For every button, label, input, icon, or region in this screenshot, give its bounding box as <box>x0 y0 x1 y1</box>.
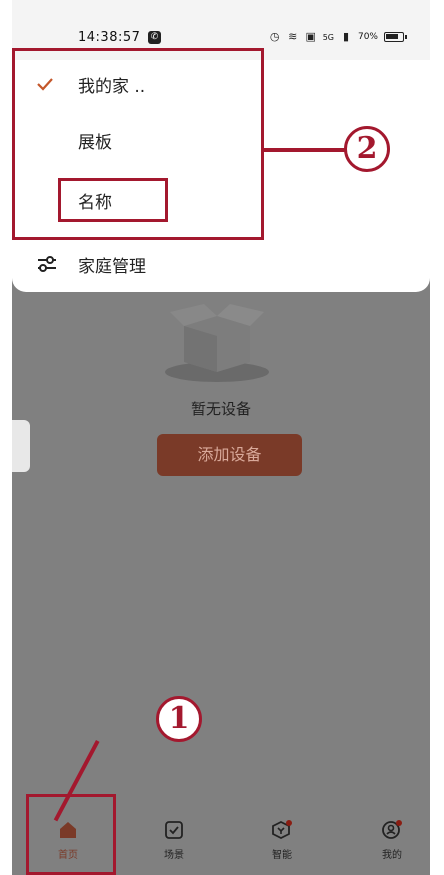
annotation-badge-1: 1 <box>156 696 202 742</box>
screenshot-frame-left <box>0 0 12 875</box>
nav-label: 我的 <box>382 850 402 861</box>
signal-label: 5G <box>322 32 334 42</box>
checkbox-icon <box>165 821 183 839</box>
dropdown-item-home-management[interactable]: 家庭管理 <box>12 240 430 288</box>
empty-box-icon <box>165 304 269 382</box>
profile-icon <box>382 820 402 839</box>
screenshot-frame-right <box>430 0 444 875</box>
nav-item-profile[interactable]: 我的 <box>362 820 422 872</box>
wifi-icon: ≋ <box>288 30 298 43</box>
nav-item-scenes[interactable]: 场景 <box>144 820 204 872</box>
signal-icon: ▮ <box>342 30 350 43</box>
status-time: 14:38:57 <box>78 30 141 45</box>
app-notification-icon: ✆ <box>148 31 161 44</box>
add-device-button[interactable]: 添加设备 <box>157 434 302 476</box>
battery-percent: 70% <box>357 32 378 42</box>
empty-message: 暂无设备 <box>190 400 251 418</box>
nfc-icon: ▣ <box>305 30 316 43</box>
status-indicators: ◷ ≋ ▣ 5G ▮ 70% <box>269 30 407 43</box>
annotation-name-highlight <box>58 178 168 222</box>
battery-icon <box>384 32 407 42</box>
annotation-connector-2 <box>264 148 346 152</box>
annotation-home-highlight <box>26 794 116 875</box>
sliders-icon <box>38 256 56 272</box>
nav-item-smart[interactable]: 智能 <box>252 820 312 872</box>
side-drawer-handle[interactable] <box>12 420 30 472</box>
nav-label: 智能 <box>272 850 292 861</box>
smart-icon <box>272 820 292 840</box>
dropdown-item-label: 家庭管理 <box>78 256 146 277</box>
annotation-badge-2: 2 <box>344 126 390 172</box>
alarm-icon: ◷ <box>269 30 280 43</box>
nav-label: 场景 <box>164 850 184 861</box>
